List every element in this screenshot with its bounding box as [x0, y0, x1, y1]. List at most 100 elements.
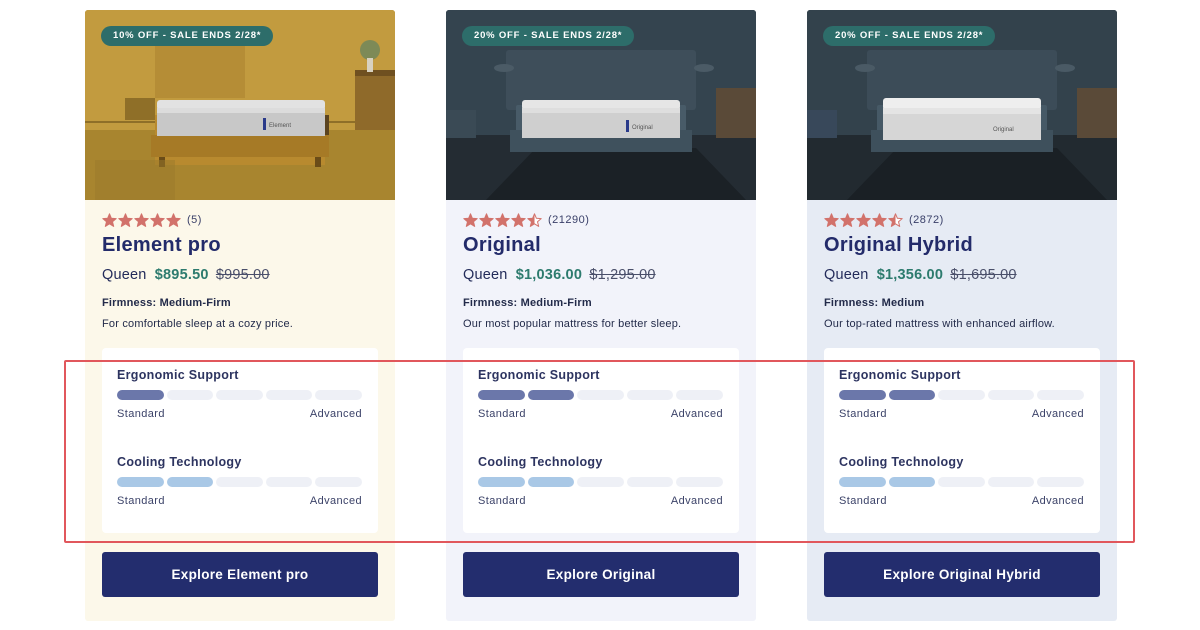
- meter-label: Ergonomic Support: [839, 368, 961, 382]
- sale-price: $1,356.00: [876, 267, 944, 283]
- feature-meters: Ergonomic Support Standard Advanced Cool…: [824, 348, 1100, 533]
- meter-segment-empty: [577, 390, 624, 400]
- product-photo[interactable]: Element 10% OFF - SALE ENDS 2/28*: [85, 10, 395, 200]
- meter-segment-filled: [527, 477, 575, 487]
- explore-button[interactable]: Explore Original: [463, 552, 739, 597]
- size-label: Queen: [463, 267, 508, 283]
- size-label: Queen: [824, 267, 869, 283]
- meter-segment-empty: [987, 390, 1035, 400]
- product-description: For comfortable sleep at a cozy price.: [102, 318, 294, 330]
- scale-max-label: Advanced: [309, 495, 362, 507]
- price-row: Queen $895.50 $995.00: [102, 267, 270, 283]
- cooling-technology-meter: Cooling Technology Standard Advanced: [839, 455, 1084, 507]
- meter-label: Cooling Technology: [478, 455, 603, 469]
- meter-segment-empty: [577, 477, 624, 487]
- rating[interactable]: (21290): [463, 212, 589, 228]
- review-count: (5): [187, 214, 202, 226]
- meter-segment-empty: [676, 390, 723, 400]
- feature-meters: Ergonomic Support Standard Advanced Cool…: [463, 348, 739, 533]
- star-full-icon: [150, 212, 165, 227]
- meter-label: Ergonomic Support: [478, 368, 600, 382]
- meter-bar: [478, 390, 723, 400]
- size-label: Queen: [102, 267, 147, 283]
- ergonomic-support-meter: Ergonomic Support Standard Advanced: [478, 368, 723, 420]
- product-title[interactable]: Original: [463, 234, 541, 257]
- original-price: $1,695.00: [950, 267, 1017, 283]
- star-full-icon: [511, 212, 526, 227]
- meter-segment-empty: [265, 390, 313, 400]
- ergonomic-support-meter: Ergonomic Support Standard Advanced: [117, 368, 362, 420]
- meter-segment-filled: [888, 477, 936, 487]
- meter-segment-empty: [265, 477, 313, 487]
- scale-min-label: Standard: [478, 408, 526, 420]
- star-full-icon: [118, 212, 133, 227]
- product-description: Our most popular mattress for better sle…: [463, 318, 682, 330]
- meter-segment-empty: [626, 477, 674, 487]
- product-title[interactable]: Element pro: [102, 234, 221, 257]
- meter-segment-filled: [888, 390, 936, 400]
- product-photo[interactable]: Original 20% OFF - SALE ENDS 2/28*: [807, 10, 1117, 200]
- scale-min-label: Standard: [117, 408, 165, 420]
- star-full-icon: [872, 212, 887, 227]
- meter-segment-empty: [676, 477, 723, 487]
- star-full-icon: [824, 212, 839, 227]
- meter-segment-empty: [315, 477, 362, 487]
- rating[interactable]: (5): [102, 212, 202, 228]
- scale-max-label: Advanced: [1031, 495, 1084, 507]
- meter-label: Cooling Technology: [117, 455, 242, 469]
- review-count: (21290): [548, 214, 590, 226]
- meter-bar: [117, 477, 362, 487]
- product-photo[interactable]: Original 20% OFF - SALE ENDS 2/28*: [446, 10, 756, 200]
- mattress-brand-label: Original: [993, 127, 1014, 133]
- mattress-brand-label: Original: [632, 125, 653, 131]
- meter-bar: [839, 477, 1084, 487]
- mattress-brand-label: Element: [269, 123, 291, 129]
- scale-min-label: Standard: [117, 495, 165, 507]
- meter-segment-empty: [1037, 477, 1084, 487]
- explore-button[interactable]: Explore Original Hybrid: [824, 552, 1100, 597]
- scale-max-label: Advanced: [1031, 408, 1084, 420]
- star-rating: [102, 212, 181, 228]
- meter-segment-empty: [216, 390, 263, 400]
- scale-min-label: Standard: [478, 495, 526, 507]
- ergonomic-support-meter: Ergonomic Support Standard Advanced: [839, 368, 1084, 420]
- explore-button[interactable]: Explore Element pro: [102, 552, 378, 597]
- firmness-label: Firmness: Medium: [824, 297, 925, 309]
- product-description: Our top-rated mattress with enhanced air…: [824, 318, 1055, 330]
- meter-segment-empty: [1037, 390, 1084, 400]
- meter-segment-filled: [478, 390, 525, 400]
- star-full-icon: [102, 212, 117, 227]
- firmness-label: Firmness: Medium-Firm: [463, 297, 592, 309]
- price-row: Queen $1,356.00 $1,695.00: [824, 267, 1017, 283]
- meter-segment-filled: [527, 390, 575, 400]
- meter-segment-filled: [117, 477, 164, 487]
- meter-segment-empty: [166, 390, 214, 400]
- star-half-icon: [527, 212, 542, 227]
- meter-label: Cooling Technology: [839, 455, 964, 469]
- sale-badge: 20% OFF - SALE ENDS 2/28*: [462, 26, 635, 46]
- meter-label: Ergonomic Support: [117, 368, 239, 382]
- feature-meters: Ergonomic Support Standard Advanced Cool…: [102, 348, 378, 533]
- review-count: (2872): [909, 214, 944, 226]
- meter-segment-empty: [938, 477, 985, 487]
- meter-bar: [839, 390, 1084, 400]
- meter-segment-filled: [839, 477, 886, 487]
- scale-max-label: Advanced: [670, 495, 723, 507]
- star-full-icon: [463, 212, 478, 227]
- star-full-icon: [856, 212, 871, 227]
- sale-badge: 20% OFF - SALE ENDS 2/28*: [823, 26, 996, 46]
- product-title[interactable]: Original Hybrid: [824, 234, 973, 257]
- product-card: Element 10% OFF - SALE ENDS 2/28* (5) El…: [85, 10, 395, 621]
- star-rating: [463, 212, 542, 228]
- meter-segment-empty: [938, 390, 985, 400]
- sale-price: $1,036.00: [515, 267, 583, 283]
- meter-segment-filled: [117, 390, 164, 400]
- cooling-technology-meter: Cooling Technology Standard Advanced: [478, 455, 723, 507]
- price-row: Queen $1,036.00 $1,295.00: [463, 267, 656, 283]
- original-price: $1,295.00: [589, 267, 656, 283]
- star-full-icon: [840, 212, 855, 227]
- rating[interactable]: (2872): [824, 212, 944, 228]
- meter-segment-empty: [626, 390, 674, 400]
- product-card: Original 20% OFF - SALE ENDS 2/28* (2129…: [446, 10, 756, 621]
- meter-segment-filled: [478, 477, 525, 487]
